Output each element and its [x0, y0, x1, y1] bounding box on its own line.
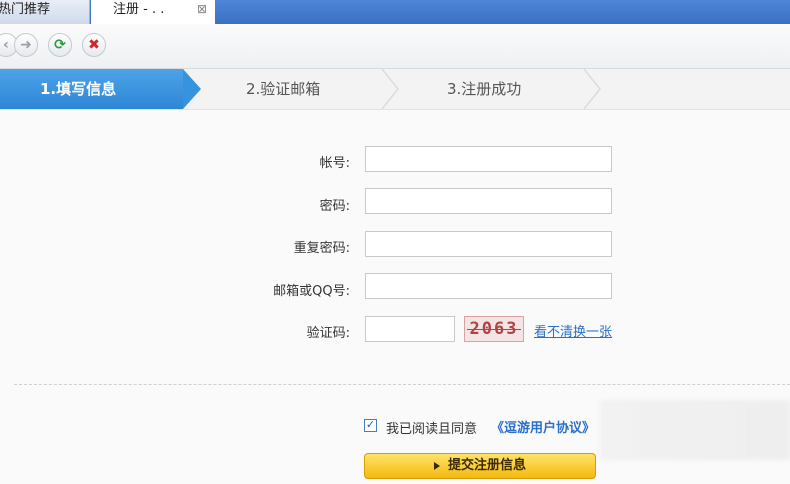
step-chevron-icon: [583, 69, 601, 109]
submit-registration-button[interactable]: 提交注册信息: [364, 453, 596, 479]
password-input[interactable]: [365, 188, 612, 214]
stop-icon[interactable]: ✖: [82, 33, 106, 57]
refresh-captcha-link[interactable]: 看不清换一张: [534, 321, 612, 340]
tab-register[interactable]: 注册 - . . ⊠: [91, 0, 215, 24]
browser-tab-bar: 热门推荐 注册 - . . ⊠: [0, 0, 790, 24]
tab-label: 注册 - . .: [113, 2, 165, 17]
step-arrow-icon: [183, 69, 201, 109]
play-arrow-icon: [433, 461, 440, 470]
tab-hot-recommend[interactable]: 热门推荐: [0, 0, 90, 24]
account-input[interactable]: [365, 146, 612, 172]
forward-arrow-icon[interactable]: ➜: [14, 33, 38, 57]
repeat-password-input[interactable]: [365, 231, 612, 257]
captcha-label: 验证码:: [306, 326, 350, 341]
user-agreement-link[interactable]: 《逗游用户协议》: [491, 417, 595, 436]
repeat-password-label: 重复密码:: [293, 241, 350, 256]
divider: [14, 384, 790, 385]
step-chevron-icon: [381, 69, 399, 109]
step-verify-email: 2.验证邮箱: [246, 80, 321, 98]
close-icon[interactable]: ⊠: [197, 0, 207, 18]
email-qq-input[interactable]: [365, 273, 612, 299]
password-label: 密码:: [319, 199, 350, 214]
registration-steps: 1.填写信息 2.验证邮箱 3.注册成功: [0, 69, 790, 110]
browser-toolbar: ‹ ➜ ⟳ ✖: [0, 24, 790, 69]
tab-label: 热门推荐: [0, 2, 51, 17]
agree-checkbox[interactable]: ✓: [364, 419, 377, 432]
step-success: 3.注册成功: [447, 80, 522, 98]
email-qq-label: 邮箱或QQ号:: [273, 284, 350, 299]
agree-text: 我已阅读且同意: [386, 422, 478, 437]
captcha-image[interactable]: 2063: [464, 316, 524, 342]
blurred-watermark: [600, 400, 790, 460]
refresh-icon[interactable]: ⟳: [48, 33, 72, 57]
captcha-input[interactable]: [365, 316, 455, 342]
account-label: 帐号:: [319, 156, 350, 171]
step-fill-info: 1.填写信息: [0, 69, 183, 109]
